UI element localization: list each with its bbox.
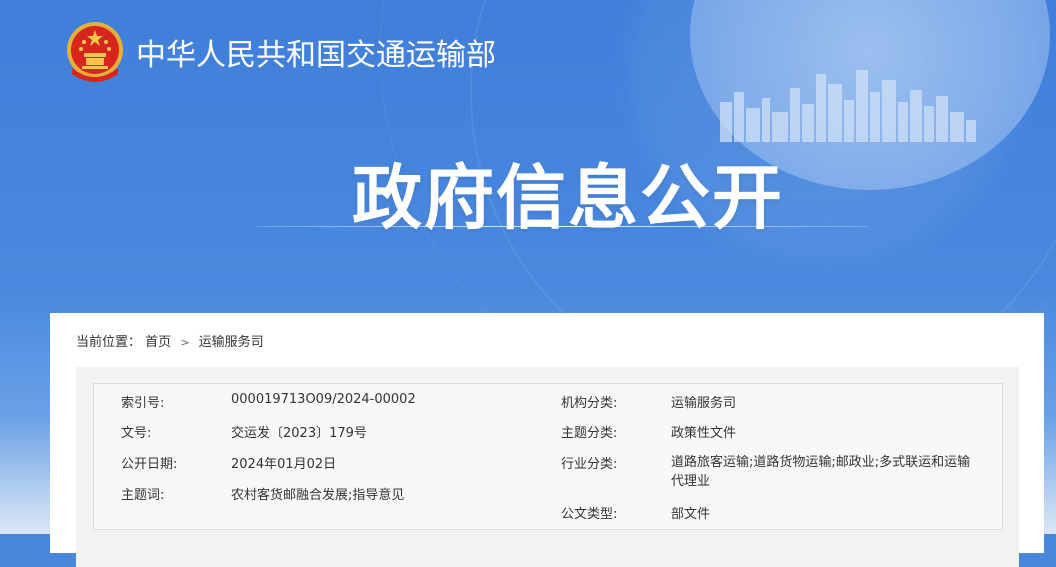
doc-type-value: 部文件 [671,507,711,522]
city-skyline-image [720,70,976,142]
pub-date-value: 2024年01月02日 [231,457,337,472]
national-emblem-icon [67,22,123,82]
industry-category-label: 行业分类: [561,457,618,472]
doc-type-label: 公文类型: [561,507,618,522]
topic-category-value: 政策性文件 [671,426,737,441]
banner-divider [257,226,869,227]
pub-date-label: 公开日期: [121,457,178,472]
content-panel: 当前位置： 首页 > 运输服务司 索引号: 000019713O09/2024-… [50,313,1044,567]
index-no-value: 000019713O09/2024-00002 [231,392,416,407]
breadcrumb-dept-link[interactable]: 运输服务司 [199,331,264,350]
topic-category-label: 主题分类: [561,426,618,441]
breadcrumb-label: 当前位置： [76,335,142,350]
industry-category-value: 道路旅客运输;道路货物运输;邮政业;多式联运和运输代理业 [671,455,971,489]
keywords-label: 主题词: [121,488,165,503]
doc-no-value: 交运发〔2023〕179号 [231,426,367,441]
site-title[interactable]: 中华人民共和国交通运输部 [136,30,496,74]
doc-no-label: 文号: [121,426,152,441]
info-box: 索引号: 000019713O09/2024-00002 文号: 交运发〔202… [93,383,1003,530]
index-no-label: 索引号: [121,396,165,411]
org-category-value: 运输服务司 [671,396,737,411]
org-category-label: 机构分类: [561,396,618,411]
banner-title: 政府信息公开 [352,157,784,239]
info-box-container: 索引号: 000019713O09/2024-00002 文号: 交运发〔202… [76,367,1019,567]
breadcrumb-home-link[interactable]: 首页 [145,331,171,350]
keywords-value: 农村客货邮融合发展;指导意见 [231,488,405,503]
breadcrumb: 当前位置： 首页 > 运输服务司 [76,331,264,350]
breadcrumb-separator: > [180,336,190,349]
